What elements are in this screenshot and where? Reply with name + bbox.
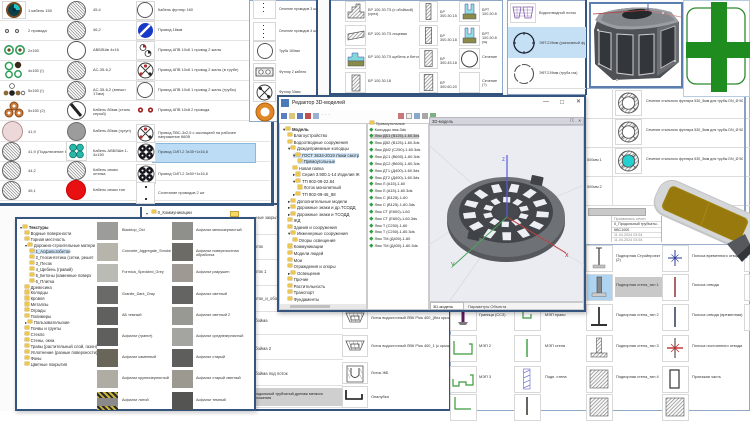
svg-text:y: y — [451, 261, 455, 268]
svg-text:x: x — [565, 252, 569, 259]
svg-text:z: z — [502, 157, 505, 163]
